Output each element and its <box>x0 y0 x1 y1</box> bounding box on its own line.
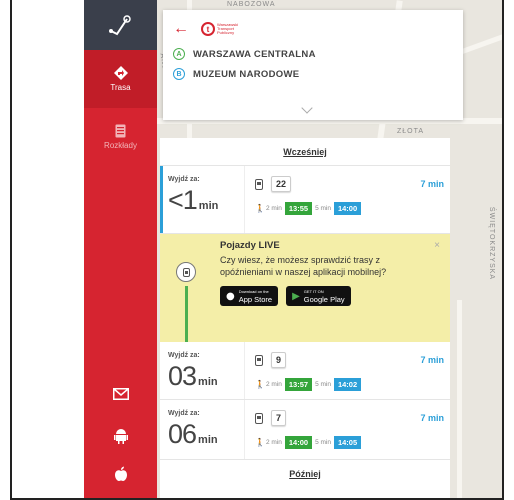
later-row: Później <box>160 460 450 488</box>
trip-duration: 7 min <box>420 179 444 189</box>
street-label: ZŁOTA <box>397 128 425 135</box>
trip-row[interactable]: Wyjdź za: 06 min 7 7 min 🚶 2 min 14:00 5… <box>160 400 450 460</box>
route-logo-icon <box>108 15 131 36</box>
live-title: Pojazdy LIVE <box>220 240 280 251</box>
destination-badge: B <box>173 68 185 80</box>
android-app-button[interactable] <box>84 428 157 444</box>
brand-logo: t Warszawski Transport Publiczny <box>201 22 239 36</box>
tram-icon <box>182 267 190 277</box>
arrive-time: 14:02 <box>333 378 362 391</box>
later-link[interactable]: Później <box>289 469 321 479</box>
android-icon <box>113 429 128 444</box>
ride-time: 5 min <box>315 439 331 446</box>
sidebar-item-trasa[interactable]: Trasa <box>84 50 157 108</box>
sidebar-item-rozklady[interactable]: Rozkłady <box>84 108 157 166</box>
live-vehicles-banner: Pojazdy LIVE Czy wiesz, że możesz sprawd… <box>160 234 450 342</box>
origin-badge: A <box>173 48 185 60</box>
line-badge: 9 <box>271 352 287 368</box>
ios-app-button[interactable] <box>84 466 157 482</box>
tram-icon <box>255 354 263 366</box>
leave-value: 03 <box>168 361 197 391</box>
sidebar-item-label: Rozkłady <box>104 141 137 150</box>
walk-icon: 🚶 <box>255 438 265 447</box>
back-arrow-icon[interactable]: ← <box>173 21 189 37</box>
leave-unit: min <box>198 200 219 212</box>
earlier-link[interactable]: Wcześniej <box>283 147 327 157</box>
close-icon[interactable]: × <box>434 240 440 251</box>
earlier-row: Wcześniej <box>160 138 450 166</box>
apple-icon <box>114 466 127 481</box>
trip-duration: 7 min <box>420 355 444 365</box>
apple-icon: ● <box>226 290 235 302</box>
leave-value: 06 <box>168 419 197 449</box>
line-badge: 7 <box>271 410 287 426</box>
arrive-time: 14:00 <box>333 202 362 215</box>
walk-time: 2 min <box>265 381 282 388</box>
route-card: ← t Warszawski Transport Publiczny A WAR… <box>163 10 463 120</box>
live-description: Czy wiesz, że możesz sprawdzić trasy z o… <box>220 255 387 277</box>
map-street <box>457 300 462 498</box>
map-street <box>457 29 502 56</box>
leave-unit: min <box>198 434 218 446</box>
mail-button[interactable] <box>84 388 157 400</box>
trip-row[interactable]: Wyjdź za: <1 min 22 7 min 🚶 2 min 13:55 … <box>160 166 450 234</box>
street-label: ŚWIĘTOKRZYSKA <box>488 206 496 281</box>
depart-time: 13:57 <box>284 378 313 391</box>
arrive-time: 14:05 <box>333 436 362 449</box>
walk-icon: 🚶 <box>255 204 265 213</box>
street-label: NABOZOWA <box>227 1 276 8</box>
google-play-button[interactable]: ▶ GET IT ON Google Play <box>286 286 351 306</box>
app-store-label: App Store <box>238 295 273 304</box>
timetable-icon <box>115 124 126 138</box>
leave-value: <1 <box>168 185 198 215</box>
leave-label: Wyjdź za: <box>168 410 200 417</box>
google-play-label: Google Play <box>303 295 345 304</box>
origin-name: WARSZAWA CENTRALNA <box>193 48 316 60</box>
leave-label: Wyjdź za: <box>168 352 200 359</box>
leave-label: Wyjdź za: <box>168 176 200 183</box>
trip-row[interactable]: Wyjdź za: 03 min 9 7 min 🚶 2 min 13:57 5… <box>160 342 450 400</box>
sidebar-item-label: Trasa <box>110 83 131 92</box>
depart-time: 13:55 <box>284 202 313 215</box>
line-badge: 22 <box>271 176 292 192</box>
chevron-down-icon[interactable] <box>301 102 313 114</box>
play-icon: ▶ <box>292 290 300 302</box>
app-frame: Trasa Rozkłady NABOZOWA ZŁOTA ŚWIĘTOKRZY… <box>10 0 504 500</box>
walk-time: 2 min <box>265 205 282 212</box>
trip-duration: 7 min <box>420 413 444 423</box>
route-pin-icon <box>113 66 128 80</box>
walk-icon: 🚶 <box>255 380 265 389</box>
leave-unit: min <box>198 376 218 388</box>
mail-icon <box>112 388 129 400</box>
walk-time: 2 min <box>265 439 282 446</box>
sidebar: Trasa Rozkłady <box>84 0 157 498</box>
tram-icon <box>255 412 263 424</box>
ride-time: 5 min <box>315 205 331 212</box>
app-store-button[interactable]: ● Download on the App Store <box>220 286 279 306</box>
map-area[interactable]: NABOZOWA ANDERSA ZŁOTA ŚWIĘTOKRZYSKA ← t… <box>157 0 502 498</box>
results-panel: Wcześniej Wyjdź za: <1 min 22 7 min 🚶 2 … <box>160 138 450 498</box>
route-line <box>185 286 188 342</box>
destination-name: MUZEUM NARODOWE <box>193 68 300 80</box>
ride-time: 5 min <box>315 381 331 388</box>
tram-pin-icon <box>176 262 196 282</box>
origin-stop[interactable]: A WARSZAWA CENTRALNA <box>163 48 463 60</box>
destination-stop[interactable]: B MUZEUM NARODOWE <box>163 68 463 80</box>
app-logo[interactable] <box>84 0 157 50</box>
tram-icon <box>255 178 263 190</box>
depart-time: 14:00 <box>284 436 313 449</box>
